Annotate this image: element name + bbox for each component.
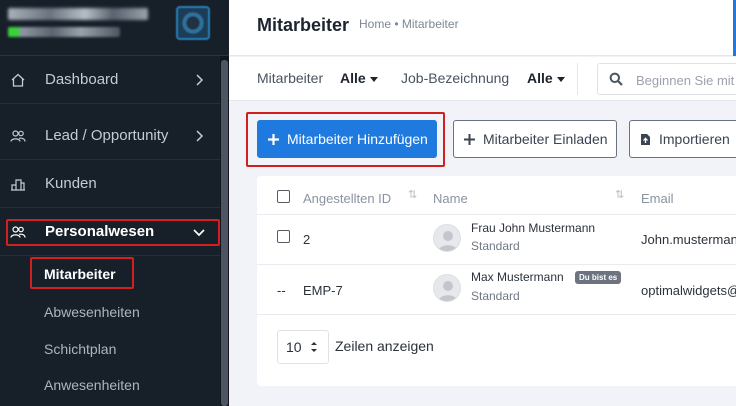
- submenu-item-anwesenheiten[interactable]: Anwesenheiten: [44, 377, 140, 393]
- job-filter-label: Job-Bezeichnung: [401, 70, 510, 86]
- company-logo[interactable]: [176, 6, 210, 40]
- plus-icon: [464, 133, 475, 145]
- column-header-id[interactable]: Angestellten ID: [303, 191, 391, 206]
- employee-filter-value: Alle: [340, 70, 366, 86]
- highlight-mitarbeiter: [30, 257, 134, 289]
- caret-down-icon: [369, 76, 378, 82]
- filter-bar: Mitarbeiter Alle Job-Bezeichnung Alle: [229, 57, 736, 101]
- table-divider: [257, 314, 736, 315]
- chevron-right-icon: [196, 130, 204, 142]
- submenu-item-abwesenheiten[interactable]: Abwesenheiten: [44, 304, 140, 320]
- sidebar-item-kunden[interactable]: Kunden: [0, 160, 220, 208]
- avatar: [433, 274, 461, 302]
- row-checkbox[interactable]: [277, 230, 290, 243]
- page-header: Mitarbeiter Home • Mitarbeiter: [229, 0, 736, 56]
- avatar: [433, 224, 461, 252]
- sidebar-header: [0, 0, 229, 56]
- highlight-add-button: [246, 112, 445, 167]
- user-placeholder-icon: [438, 231, 458, 251]
- page-size-select[interactable]: 10: [277, 330, 329, 364]
- sort-icon[interactable]: ⇅: [408, 188, 417, 201]
- employee-role: Standard: [471, 239, 520, 253]
- job-filter-dropdown[interactable]: Alle: [527, 70, 565, 86]
- employee-filter-dropdown[interactable]: Alle: [340, 70, 378, 86]
- sidebar-item-label: Kunden: [45, 175, 97, 192]
- invite-employee-label: Mitarbeiter Einladen: [483, 131, 608, 147]
- employee-role: Standard: [471, 289, 520, 303]
- sidebar: Dashboard Lead / Opportunity Kunden Pers…: [0, 0, 229, 406]
- employee-table-card: Angestellten ID ⇅ Name ⇅ Email 2 Frau Jo…: [257, 176, 736, 386]
- search-input[interactable]: [636, 70, 736, 90]
- employee-email: John.mustermann@: [641, 232, 736, 247]
- caret-down-icon: [556, 76, 565, 82]
- users-icon: [10, 130, 26, 142]
- file-upload-icon: [641, 133, 650, 145]
- page-title: Mitarbeiter: [257, 15, 350, 35]
- search-icon: [609, 72, 623, 86]
- sidebar-item-label: Lead / Opportunity: [45, 127, 169, 144]
- import-label: Importieren: [659, 131, 730, 147]
- chevron-right-icon: [196, 74, 204, 86]
- table-divider: [257, 264, 736, 265]
- page-size-value: 10: [286, 339, 302, 355]
- page-size-label: Zeilen anzeigen: [335, 338, 434, 354]
- submenu-item-schichtplan[interactable]: Schichtplan: [44, 341, 116, 357]
- user-status-blurred: [8, 27, 120, 37]
- column-header-name[interactable]: Name: [433, 191, 468, 206]
- employee-filter-label: Mitarbeiter: [257, 70, 324, 86]
- home-icon: [11, 73, 25, 87]
- employee-id: EMP-7: [303, 283, 343, 298]
- highlight-personalwesen: [6, 219, 220, 246]
- sort-icon[interactable]: ⇅: [615, 188, 624, 201]
- user-placeholder-icon: [438, 281, 458, 301]
- self-badge: Du bist es: [575, 271, 622, 284]
- employee-name[interactable]: Max Mustermann: [471, 270, 564, 284]
- employee-id: 2: [303, 232, 311, 247]
- import-button[interactable]: Importieren: [629, 120, 736, 158]
- column-header-email[interactable]: Email: [641, 191, 674, 206]
- table-divider: [257, 214, 736, 215]
- employee-email: optimalwidgets@: [641, 283, 736, 298]
- sidebar-item-label: Dashboard: [45, 71, 119, 88]
- job-filter-value: Alle: [527, 70, 553, 86]
- main-content: Mitarbeiter Home • Mitarbeiter Mitarbeit…: [229, 0, 736, 406]
- sidebar-scrollbar-thumb[interactable]: [221, 60, 228, 406]
- row-marker: --: [277, 283, 286, 298]
- updown-arrow-icon: [311, 342, 317, 352]
- employee-name[interactable]: Frau John Mustermann: [471, 221, 595, 235]
- filter-divider: [577, 63, 578, 95]
- company-name-blurred: [8, 8, 148, 20]
- select-all-checkbox[interactable]: [277, 190, 290, 203]
- breadcrumb[interactable]: Home • Mitarbeiter: [359, 17, 459, 31]
- sidebar-item-dashboard[interactable]: Dashboard: [0, 56, 220, 104]
- building-icon: [11, 179, 25, 191]
- invite-employee-button[interactable]: Mitarbeiter Einladen: [453, 120, 617, 158]
- sidebar-item-lead-opportunity[interactable]: Lead / Opportunity: [0, 112, 220, 160]
- search-box[interactable]: [597, 63, 736, 95]
